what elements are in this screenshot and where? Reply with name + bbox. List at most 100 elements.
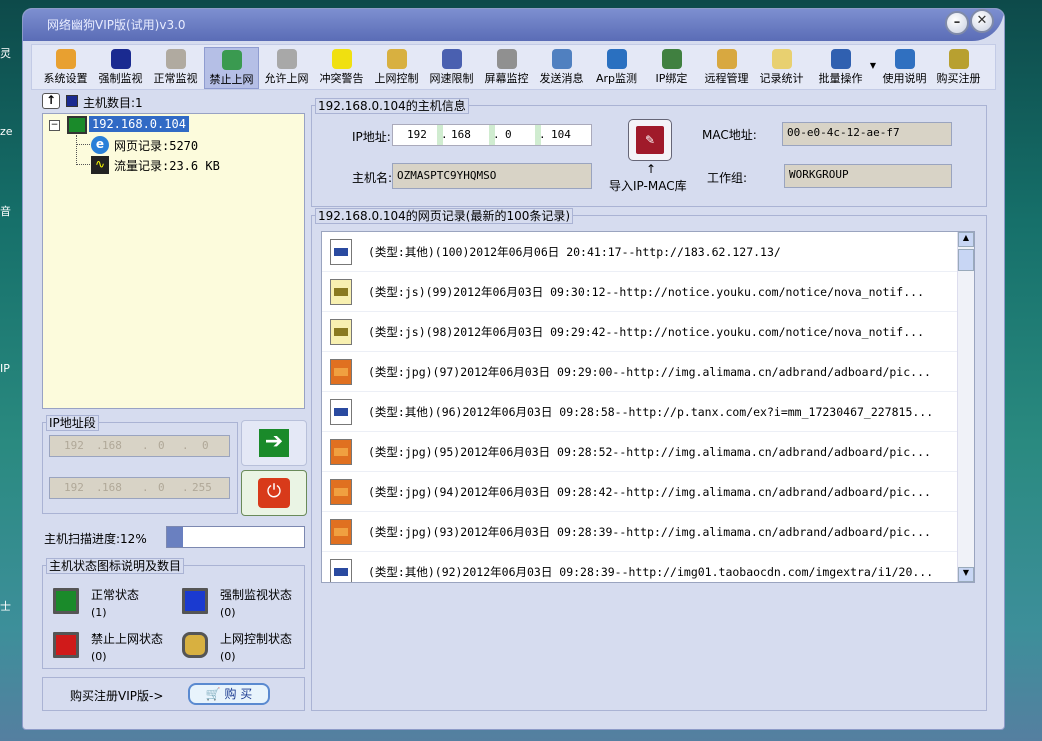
hostname-field[interactable]: OZMASPTC9YHQMSO <box>392 163 592 189</box>
stop-scan-button[interactable]: ⏻ <box>241 470 307 516</box>
toolbar-remote-button[interactable]: 远程管理 <box>699 47 754 89</box>
toolbar-warning-button[interactable]: 冲突警告 <box>314 47 369 89</box>
gear-icon <box>55 49 76 69</box>
file-jpg-icon <box>330 359 352 385</box>
toolbar-blank-monitor-button[interactable]: 正常监视 <box>148 47 203 89</box>
toolbar-message-button[interactable]: 发送消息 <box>534 47 589 89</box>
toolbar-folder-button[interactable]: 记录统计 <box>754 47 809 89</box>
screen-icon <box>496 49 517 69</box>
collapse-toggle[interactable]: − <box>49 120 60 131</box>
record-text: (类型:jpg)(94)2012年06月03日 09:28:42--http:/… <box>368 485 931 499</box>
toolbar-network-button[interactable]: 网速限制 <box>424 47 479 89</box>
record-row[interactable]: (类型:js)(98)2012年06月03日 09:29:42--http://… <box>322 312 958 352</box>
desktop-text: ze <box>0 125 13 138</box>
legend-name: 正常状态 <box>91 588 140 602</box>
scan-progress-bar <box>166 526 305 548</box>
batch-icon <box>830 49 851 69</box>
start-scan-button[interactable]: ➔ <box>241 420 307 466</box>
desktop-text: 音 <box>0 205 11 218</box>
up-button[interactable]: ↑ <box>42 93 60 109</box>
tree-web-records[interactable]: 网页记录:5270 <box>114 137 198 154</box>
records-group: 192.168.0.104的网页记录(最新的100条记录) (类型:其他)(10… <box>311 208 987 711</box>
legend-item: 强制监视状态 (0) <box>180 586 305 626</box>
legend-count: (0) <box>220 650 236 663</box>
book-icon: ✎ <box>636 126 664 154</box>
records-list: (类型:其他)(100)2012年06月06日 20:41:17--http:/… <box>321 231 975 583</box>
legend-name: 强制监视状态 <box>220 588 293 602</box>
toolbar-label: 上网控制 <box>374 72 419 85</box>
toolbar-globe-button[interactable]: Arp监测 <box>589 47 644 89</box>
ip-field[interactable]: 192. 168. 0. 104 <box>392 124 592 146</box>
toolbar-label: 批量操作 <box>818 72 863 85</box>
warning-icon <box>331 49 352 69</box>
toolbar-help-button[interactable]: 使用说明 <box>877 47 932 89</box>
minimize-button[interactable]: – <box>945 11 969 35</box>
record-text: (类型:js)(98)2012年06月03日 09:29:42--http://… <box>368 325 924 339</box>
record-row[interactable]: (类型:jpg)(93)2012年06月03日 09:28:39--http:/… <box>322 512 958 552</box>
tree-traffic-records[interactable]: 流量记录:23.6 KB <box>114 157 220 174</box>
scroll-down-button[interactable]: ▼ <box>958 567 974 582</box>
legend-count: (0) <box>91 650 107 663</box>
tree-host-node[interactable]: 192.168.0.104 <box>89 116 189 132</box>
toolbar-label: Arp监测 <box>595 72 638 85</box>
app-window: 网络幽狗VIP版(试用)v3.0 – ✕ 系统设置 强制监视 正常监视 禁止上网 允许上… <box>22 8 1005 730</box>
host-status-icon <box>182 588 208 614</box>
file-js-icon <box>330 279 352 305</box>
record-row[interactable]: (类型:jpg)(94)2012年06月03日 09:28:42--http:/… <box>322 472 958 512</box>
legend-item: 禁止上网状态 (0) <box>51 630 176 670</box>
toolbar-label: 禁止上网 <box>209 73 254 86</box>
toolbar-screen-button[interactable]: 屏幕监控 <box>479 47 534 89</box>
power-icon: ⏻ <box>258 478 290 508</box>
key-icon <box>948 49 969 69</box>
legend-name: 禁止上网状态 <box>91 632 164 646</box>
toolbar-block-button[interactable]: 禁止上网 <box>204 47 259 89</box>
record-row[interactable]: (类型:jpg)(95)2012年06月03日 09:28:52--http:/… <box>322 432 958 472</box>
arrow-right-icon: ➔ <box>259 429 289 457</box>
ip-range-group: IP地址段 192. 168. 0. 0 192. 168. 0. 255 <box>42 415 238 514</box>
record-row[interactable]: (类型:其他)(96)2012年06月03日 09:28:58--http://… <box>322 392 958 432</box>
record-row[interactable]: (类型:其他)(92)2012年06月03日 09:28:39--http://… <box>322 552 958 582</box>
workgroup-field[interactable]: WORKGROUP <box>784 164 952 188</box>
record-row[interactable]: (类型:js)(99)2012年06月03日 09:30:12--http://… <box>322 272 958 312</box>
toolbar-label: 购买注册 <box>936 72 981 85</box>
mac-field[interactable]: 00-e0-4c-12-ae-f7 <box>782 122 952 146</box>
toolbar-label: 允许上网 <box>264 72 309 85</box>
import-ip-mac-button[interactable]: ✎ <box>628 119 672 161</box>
record-text: (类型:其他)(96)2012年06月03日 09:28:58--http://… <box>368 405 934 419</box>
dropdown-arrow-icon[interactable]: ▼ <box>870 61 876 70</box>
file-other-icon <box>330 559 352 582</box>
computer-icon <box>66 95 78 107</box>
toolbar-label: 正常监视 <box>153 72 198 85</box>
toolbar-batch-button[interactable]: 批量操作 ▼ <box>813 47 876 89</box>
toolbar-lock-button[interactable]: 上网控制 <box>369 47 424 89</box>
toolbar-monitor-button[interactable]: 强制监视 <box>93 47 148 89</box>
host-tree: − 192.168.0.104 e 网页记录:5270 ∿ 流量记录:23.6 … <box>42 113 305 409</box>
toolbar-label: 强制监视 <box>98 72 143 85</box>
toolbar-label: 系统设置 <box>43 72 88 85</box>
legend-item: 上网控制状态 (0) <box>180 630 305 670</box>
folder-icon <box>771 49 792 69</box>
legend-group: 主机状态图标说明及数目 正常状态 (1) 强制监视状态 (0) 禁止上网状态 (… <box>42 558 305 670</box>
record-row[interactable]: (类型:其他)(100)2012年06月06日 20:41:17--http:/… <box>322 232 958 272</box>
bind-icon <box>661 49 682 69</box>
close-button[interactable]: ✕ <box>970 9 994 33</box>
toolbar-label: 冲突警告 <box>319 72 364 85</box>
record-row[interactable]: (类型:jpg)(97)2012年06月03日 09:29:00--http:/… <box>322 352 958 392</box>
title-bar[interactable]: 网络幽狗VIP版(试用)v3.0 <box>23 9 1004 41</box>
toolbar: 系统设置 强制监视 正常监视 禁止上网 允许上网 冲突警告 上网控制 网速限制 屏幕监控 发送消息… <box>31 44 996 90</box>
records-title: 192.168.0.104的网页记录(最新的100条记录) <box>315 208 574 224</box>
buy-button[interactable]: 🛒 购 买 <box>188 683 270 705</box>
record-text: (类型:jpg)(93)2012年06月03日 09:28:39--http:/… <box>368 525 931 539</box>
desktop-text: IP <box>0 362 10 375</box>
toolbar-bind-button[interactable]: IP绑定 <box>644 47 699 89</box>
toolbar-label: 远程管理 <box>704 72 749 85</box>
ip-end-field[interactable]: 192. 168. 0. 255 <box>49 477 230 499</box>
toolbar-key-button[interactable]: 购买注册 <box>931 47 986 89</box>
toolbar-gear-button[interactable]: 系统设置 <box>38 47 93 89</box>
scroll-up-button[interactable]: ▲ <box>958 232 974 247</box>
ip-start-field[interactable]: 192. 168. 0. 0 <box>49 435 230 457</box>
toolbar-allow-button[interactable]: 允许上网 <box>259 47 314 89</box>
network-icon <box>441 49 462 69</box>
scrollbar[interactable]: ▲ ▼ <box>957 232 974 582</box>
scroll-thumb[interactable] <box>958 249 974 271</box>
